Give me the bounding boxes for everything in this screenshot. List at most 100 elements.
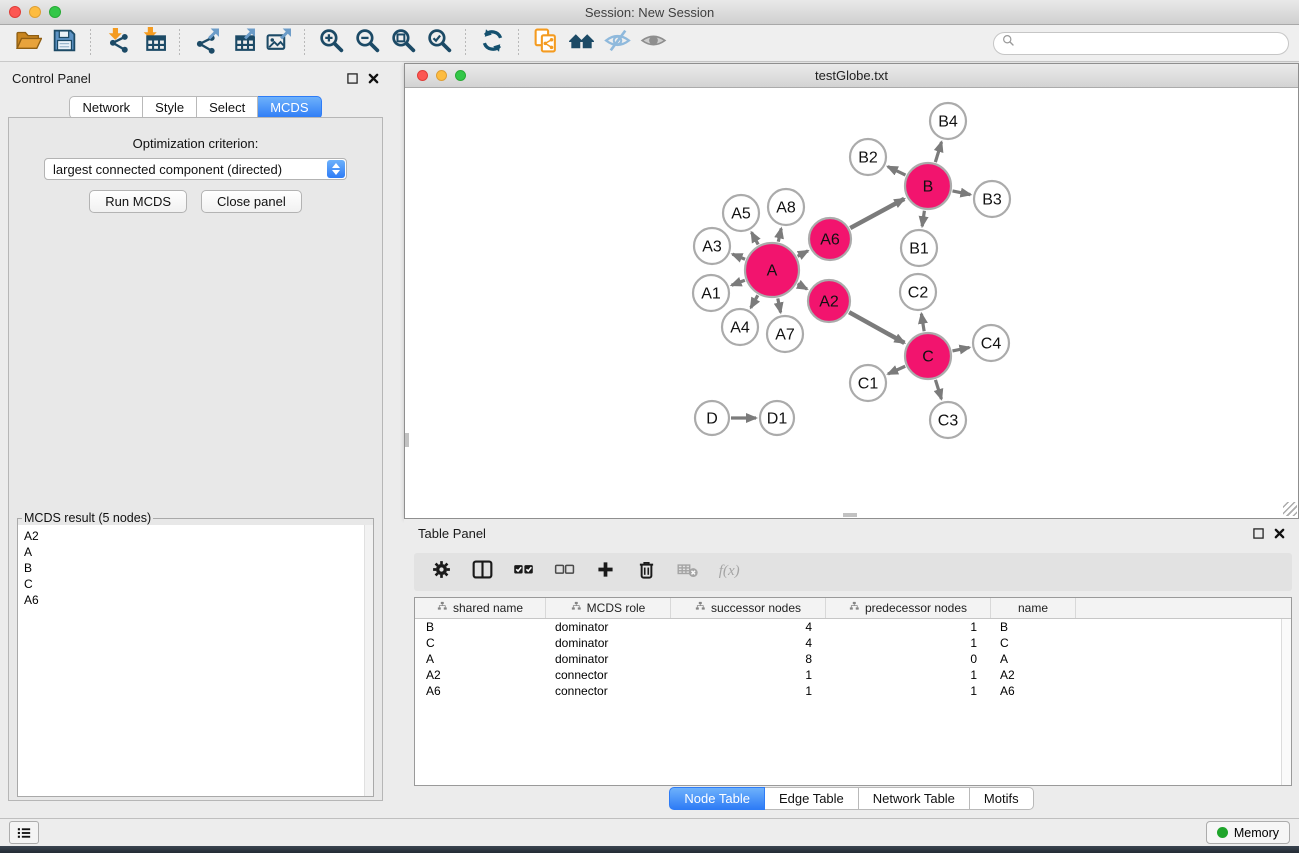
node-D[interactable]: D xyxy=(695,401,729,435)
tab-node-table[interactable]: Node Table xyxy=(669,787,765,810)
cell-predecessor-nodes[interactable]: 1 xyxy=(826,668,991,682)
toolbar-zoom-fit-button[interactable] xyxy=(385,28,421,58)
cell-name[interactable]: A xyxy=(991,652,1076,666)
node-A5[interactable]: A5 xyxy=(723,195,759,231)
mcds-result-scrollbar[interactable] xyxy=(364,525,373,796)
column-header-name[interactable]: name xyxy=(991,598,1076,618)
cell-shared-name[interactable]: A6 xyxy=(415,684,546,698)
cell-MCDS-role[interactable]: connector xyxy=(546,684,671,698)
toolbar-import-network-button[interactable] xyxy=(99,28,135,58)
cell-predecessor-nodes[interactable]: 0 xyxy=(826,652,991,666)
node-B4[interactable]: B4 xyxy=(930,103,966,139)
cell-name[interactable]: C xyxy=(991,636,1076,650)
close-panel-icon[interactable] xyxy=(368,73,379,84)
close-panel-button[interactable]: Close panel xyxy=(201,190,302,213)
toolbar-export-network-button[interactable] xyxy=(188,28,224,58)
deselect-all-button[interactable] xyxy=(551,559,577,585)
mcds-result-item[interactable]: B xyxy=(24,560,373,576)
column-header-successor-nodes[interactable]: successor nodes xyxy=(671,598,826,618)
float-panel-icon[interactable] xyxy=(347,73,358,84)
tab-edge-table[interactable]: Edge Table xyxy=(765,787,859,810)
column-header-shared-name[interactable]: shared name xyxy=(415,598,546,618)
criterion-select[interactable]: largest connected component (directed) xyxy=(44,158,347,180)
cell-shared-name[interactable]: A2 xyxy=(415,668,546,682)
edge-A6-B[interactable] xyxy=(850,199,904,228)
cell-successor-nodes[interactable]: 1 xyxy=(671,684,826,698)
edge-A-A4[interactable] xyxy=(751,295,758,308)
close-table-panel-icon[interactable] xyxy=(1274,528,1285,539)
cell-successor-nodes[interactable]: 4 xyxy=(671,620,826,634)
tab-select[interactable]: Select xyxy=(197,96,258,119)
cell-successor-nodes[interactable]: 8 xyxy=(671,652,826,666)
toolbar-hide-selected-button[interactable] xyxy=(599,28,635,58)
show-column-panel-button[interactable] xyxy=(469,559,495,585)
table-row[interactable]: Adominator80A xyxy=(415,651,1291,667)
toolbar-save-session-button[interactable] xyxy=(46,28,82,58)
cell-MCDS-role[interactable]: connector xyxy=(546,668,671,682)
toolbar-import-table-button[interactable] xyxy=(135,28,171,58)
select-all-button[interactable] xyxy=(510,559,536,585)
table-row[interactable]: A2connector11A2 xyxy=(415,667,1291,683)
edge-B-B1[interactable] xyxy=(922,211,924,226)
table-row[interactable]: A6connector11A6 xyxy=(415,683,1291,699)
toolbar-export-image-button[interactable] xyxy=(260,28,296,58)
cell-MCDS-role[interactable]: dominator xyxy=(546,620,671,634)
node-A8[interactable]: A8 xyxy=(768,189,804,225)
edge-A-A1[interactable] xyxy=(732,280,745,285)
toolbar-zoom-in-button[interactable] xyxy=(313,28,349,58)
table-scrollbar[interactable] xyxy=(1281,619,1291,785)
edge-C-C3[interactable] xyxy=(935,380,941,399)
edge-C-C1[interactable] xyxy=(888,366,905,374)
node-B2[interactable]: B2 xyxy=(850,139,886,175)
table-row[interactable]: Bdominator41B xyxy=(415,619,1291,635)
toolbar-open-session-button[interactable] xyxy=(10,28,46,58)
memory-button[interactable]: Memory xyxy=(1206,821,1290,844)
cell-predecessor-nodes[interactable]: 1 xyxy=(826,620,991,634)
network-graph[interactable]: AA6A2BCA5A8A3A1A4A7B2B4B3B1C2C4C1C3DD1 xyxy=(405,88,1298,517)
node-B[interactable]: B xyxy=(905,163,951,209)
node-A[interactable]: A xyxy=(745,243,799,297)
toolbar-export-table-button[interactable] xyxy=(224,28,260,58)
toolbar-show-all-button[interactable] xyxy=(635,28,671,58)
cell-predecessor-nodes[interactable]: 1 xyxy=(826,684,991,698)
mcds-result-item[interactable]: A xyxy=(24,544,373,560)
network-window-titlebar[interactable]: testGlobe.txt xyxy=(405,64,1298,88)
toolbar-zoom-selected-button[interactable] xyxy=(421,28,457,58)
node-C3[interactable]: C3 xyxy=(930,402,966,438)
column-header-MCDS-role[interactable]: MCDS role xyxy=(546,598,671,618)
column-header-predecessor-nodes[interactable]: predecessor nodes xyxy=(826,598,991,618)
tab-motifs[interactable]: Motifs xyxy=(970,787,1034,810)
edge-B-B3[interactable] xyxy=(952,191,970,195)
edge-A-A8[interactable] xyxy=(778,228,781,241)
edge-B-B4[interactable] xyxy=(935,142,941,162)
edge-B-B2[interactable] xyxy=(888,167,906,176)
node-A4[interactable]: A4 xyxy=(722,309,758,345)
tab-network-table[interactable]: Network Table xyxy=(859,787,970,810)
toolbar-first-neighbors-button[interactable] xyxy=(563,28,599,58)
cell-shared-name[interactable]: B xyxy=(415,620,546,634)
cell-MCDS-role[interactable]: dominator xyxy=(546,636,671,650)
node-A3[interactable]: A3 xyxy=(694,228,730,264)
add-column-button[interactable] xyxy=(592,559,618,585)
cell-name[interactable]: A2 xyxy=(991,668,1076,682)
mcds-result-item[interactable]: C xyxy=(24,576,373,592)
edge-A-A6[interactable] xyxy=(798,251,808,257)
node-C1[interactable]: C1 xyxy=(850,365,886,401)
node-C4[interactable]: C4 xyxy=(973,325,1009,361)
tab-style[interactable]: Style xyxy=(143,96,197,119)
toolbar-zoom-out-button[interactable] xyxy=(349,28,385,58)
edge-C-C2[interactable] xyxy=(921,314,924,332)
edge-A-A7[interactable] xyxy=(778,298,781,312)
search-input[interactable] xyxy=(1020,36,1280,50)
cell-name[interactable]: A6 xyxy=(991,684,1076,698)
cell-predecessor-nodes[interactable]: 1 xyxy=(826,636,991,650)
delete-column-button[interactable] xyxy=(633,559,659,585)
cell-name[interactable]: B xyxy=(991,620,1076,634)
mcds-result-item[interactable]: A6 xyxy=(24,592,373,608)
tab-mcds[interactable]: MCDS xyxy=(258,96,321,119)
node-B1[interactable]: B1 xyxy=(901,230,937,266)
tab-network[interactable]: Network xyxy=(69,96,143,119)
edge-A-A3[interactable] xyxy=(732,254,745,259)
node-D1[interactable]: D1 xyxy=(760,401,794,435)
toolbar-apply-layout-button[interactable] xyxy=(474,28,510,58)
